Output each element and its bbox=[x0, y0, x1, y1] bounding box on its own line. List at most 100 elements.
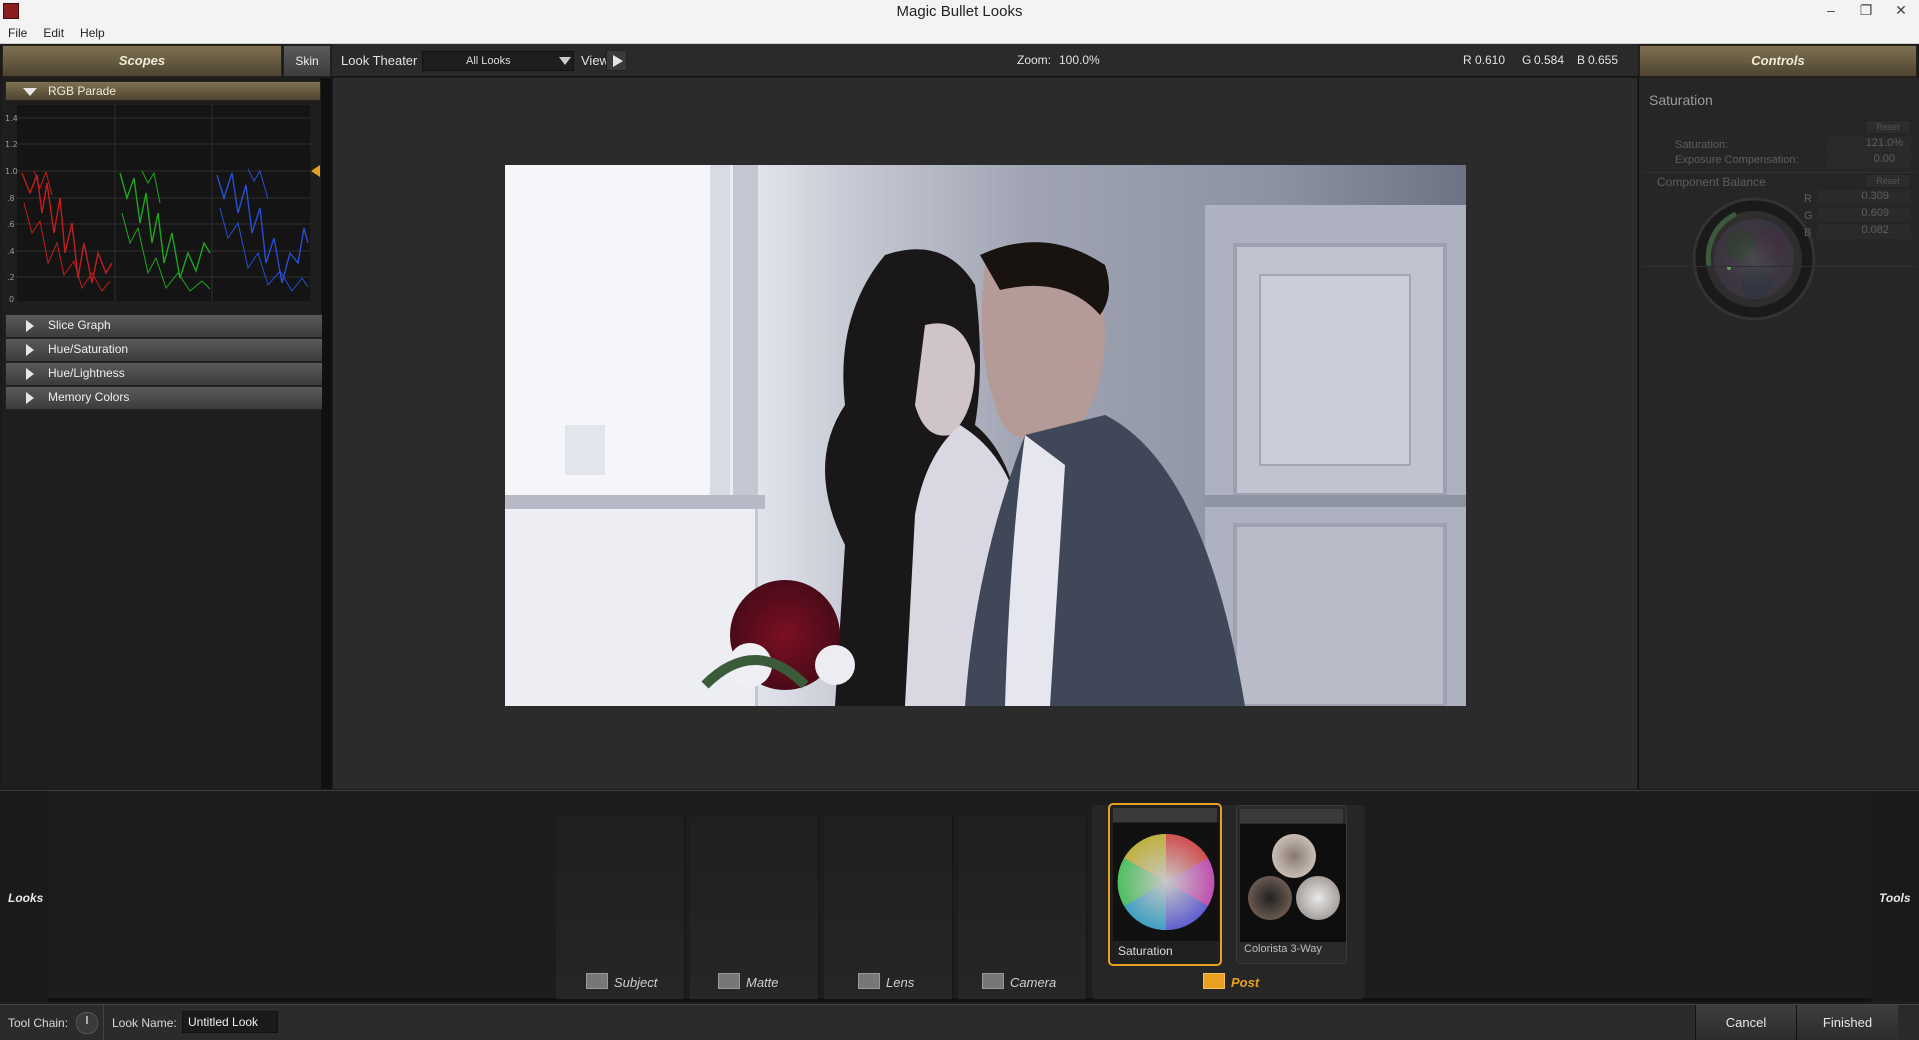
category-lens[interactable]: Lens bbox=[858, 970, 914, 996]
section-label: Slice Graph bbox=[48, 318, 111, 332]
rgb-parade-header[interactable]: RGB Parade bbox=[5, 81, 321, 101]
view-label[interactable]: View bbox=[581, 44, 609, 77]
exposure-compensation-value[interactable]: 0.00 bbox=[1827, 153, 1911, 168]
category-matte[interactable]: Matte bbox=[718, 970, 779, 996]
preview-image bbox=[505, 165, 1466, 706]
readout-g-label: G bbox=[1522, 53, 1532, 67]
scopes-scrollbar[interactable] bbox=[322, 78, 332, 789]
camera-icon bbox=[982, 973, 1004, 989]
tools-tab-label: Tools bbox=[1879, 891, 1911, 905]
saturation-tool-card[interactable]: Saturation bbox=[1108, 803, 1222, 966]
tick-0-4: .4 bbox=[7, 247, 15, 256]
looks-tab[interactable]: Looks bbox=[0, 791, 48, 1001]
saturation-color-wheel-icon bbox=[1113, 823, 1219, 941]
category-label: Post bbox=[1231, 975, 1260, 990]
tools-tab[interactable]: Tools bbox=[1871, 791, 1919, 1001]
restore-button[interactable]: ❐ bbox=[1850, 0, 1882, 22]
expand-triangle-icon bbox=[26, 368, 34, 380]
colorista-tool-label: Colorista 3-Way bbox=[1244, 943, 1322, 955]
play-button[interactable] bbox=[606, 50, 627, 71]
tool-chain-area: Looks Tools Subject Matte Lens Camera Po… bbox=[0, 790, 1919, 1004]
saturation-value[interactable]: 121.0% bbox=[1827, 137, 1911, 152]
looks-select[interactable]: All Looks bbox=[422, 51, 574, 71]
divider bbox=[103, 1005, 104, 1040]
controls-section-title: Saturation bbox=[1649, 92, 1713, 108]
tick-1-0: 1.0 bbox=[5, 167, 18, 176]
balance-b-value[interactable]: 0.082 bbox=[1817, 224, 1911, 239]
saturation-label: Saturation: bbox=[1675, 139, 1729, 151]
finished-button[interactable]: Finished bbox=[1796, 1005, 1898, 1040]
exposure-compensation-label: Exposure Compensation: bbox=[1675, 154, 1799, 166]
category-label: Subject bbox=[614, 975, 658, 990]
readout-g-value: 0.584 bbox=[1534, 53, 1565, 67]
category-label: Lens bbox=[886, 975, 915, 990]
status-bar: Tool Chain: Look Name: Untitled Look Can… bbox=[0, 1004, 1919, 1040]
level-marker-icon bbox=[311, 165, 320, 177]
menu-bar: File Edit Help bbox=[0, 24, 1919, 44]
slice-graph-section[interactable]: Slice Graph bbox=[5, 314, 323, 338]
colorista-tool-card[interactable]: Colorista 3-Way bbox=[1236, 805, 1347, 964]
balance-g-value[interactable]: 0.609 bbox=[1817, 207, 1911, 222]
category-subject[interactable]: Subject bbox=[586, 970, 657, 996]
look-name-input[interactable]: Untitled Look bbox=[182, 1011, 278, 1033]
tool-card-header bbox=[1113, 808, 1217, 822]
menu-edit[interactable]: Edit bbox=[35, 24, 72, 40]
skin-button[interactable]: Skin bbox=[283, 45, 331, 77]
power-icon[interactable] bbox=[76, 1012, 98, 1034]
balance-r-value[interactable]: 0.309 bbox=[1817, 190, 1911, 205]
look-theater-label: Look Theater bbox=[341, 53, 418, 68]
hue-saturation-section[interactable]: Hue/Saturation bbox=[5, 338, 323, 362]
category-post[interactable]: Post bbox=[1203, 970, 1259, 996]
saturation-tool-label: Saturation bbox=[1118, 944, 1173, 958]
rgb-parade-label: RGB Parade bbox=[48, 84, 117, 98]
memory-colors-section[interactable]: Memory Colors bbox=[5, 386, 323, 410]
reset-balance-button[interactable]: Reset bbox=[1865, 174, 1911, 188]
lens-icon bbox=[858, 973, 880, 989]
rgb-parade-scope: 1.4 1.2 1.0 .8 .6 .4 .2 0 bbox=[5, 105, 320, 303]
tick-1-4: 1.4 bbox=[5, 114, 18, 123]
tick-0: 0 bbox=[9, 295, 14, 303]
tick-1-2: 1.2 bbox=[5, 140, 18, 149]
chevron-down-icon bbox=[559, 57, 571, 65]
minimize-button[interactable]: – bbox=[1815, 0, 1847, 22]
controls-header: Controls bbox=[1639, 45, 1917, 77]
tick-0-8: .8 bbox=[7, 194, 15, 203]
readout-r-label: R bbox=[1463, 53, 1472, 67]
play-icon bbox=[613, 55, 623, 67]
section-label: Hue/Lightness bbox=[48, 366, 125, 380]
post-icon bbox=[1203, 973, 1225, 989]
readout-r-value: 0.610 bbox=[1475, 53, 1506, 67]
readout-b-value: 0.655 bbox=[1588, 53, 1619, 67]
component-balance-label: Component Balance bbox=[1657, 175, 1766, 189]
expand-triangle-icon bbox=[26, 392, 34, 404]
balance-g-label: G bbox=[1804, 210, 1813, 222]
balance-r-label: R bbox=[1804, 193, 1812, 205]
zoom-value[interactable]: 100.0% bbox=[1059, 44, 1100, 77]
divider bbox=[1641, 266, 1917, 267]
section-label: Hue/Saturation bbox=[48, 342, 129, 356]
balance-b-label: B bbox=[1804, 227, 1812, 239]
cancel-button[interactable]: Cancel bbox=[1695, 1005, 1796, 1040]
hue-lightness-section[interactable]: Hue/Lightness bbox=[5, 362, 323, 386]
readout-b-label: B bbox=[1577, 53, 1586, 67]
tool-chain-label: Tool Chain: bbox=[8, 1016, 69, 1030]
viewer-toolbar: Look Theater All Looks View Zoom: 100.0%… bbox=[332, 44, 1638, 77]
category-label: Matte bbox=[746, 975, 779, 990]
controls-panel: Saturation Reset Saturation: 121.0% Expo… bbox=[1638, 78, 1919, 789]
menu-help[interactable]: Help bbox=[72, 24, 113, 40]
reset-saturation-button[interactable]: Reset bbox=[1865, 120, 1911, 134]
menu-file[interactable]: File bbox=[0, 24, 35, 40]
component-balance-wheel[interactable] bbox=[1691, 196, 1817, 322]
look-name-label: Look Name: bbox=[112, 1016, 177, 1030]
matte-icon bbox=[718, 973, 740, 989]
category-camera[interactable]: Camera bbox=[982, 970, 1056, 996]
image-viewer[interactable] bbox=[333, 78, 1637, 789]
expand-triangle-icon bbox=[23, 88, 37, 96]
tick-0-2: .2 bbox=[7, 273, 15, 282]
scopes-panel: RGB Parade 1.4 1.2 1.0 .8 .6 .4 .2 0 Sli… bbox=[2, 78, 323, 789]
category-label: Camera bbox=[1010, 975, 1057, 990]
subject-icon bbox=[586, 973, 608, 989]
tool-card-header bbox=[1240, 809, 1343, 823]
close-button[interactable]: ✕ bbox=[1885, 0, 1917, 22]
expand-triangle-icon bbox=[26, 344, 34, 356]
